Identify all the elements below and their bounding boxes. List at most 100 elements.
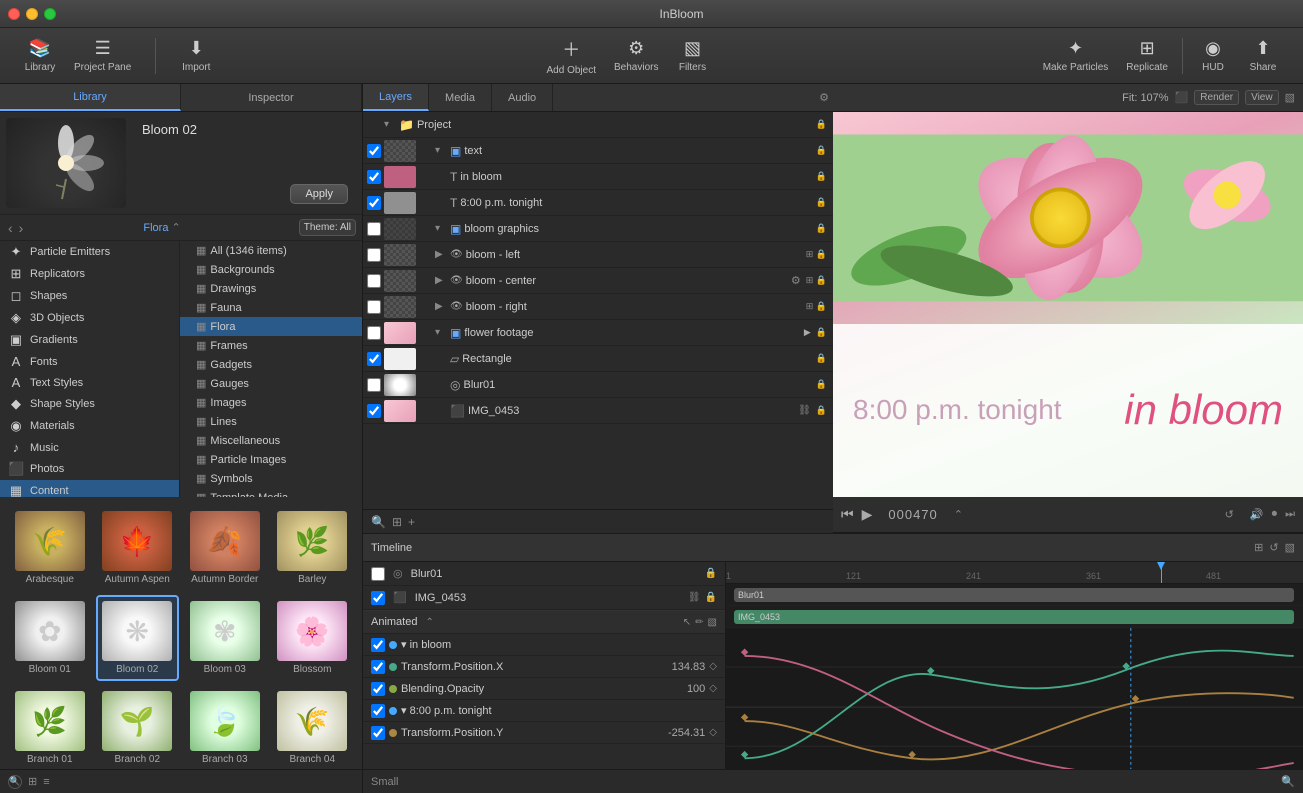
subcat-miscellaneous[interactable]: ▦ Miscellaneous bbox=[180, 431, 362, 450]
close-button[interactable] bbox=[8, 8, 20, 20]
subcat-fauna[interactable]: ▦ Fauna bbox=[180, 298, 362, 317]
animated-pen-icon[interactable]: ✏ bbox=[695, 617, 703, 628]
thumb-bloom03[interactable]: ✾ Bloom 03 bbox=[183, 595, 267, 681]
library-grid-view-icon[interactable]: ≡ bbox=[43, 776, 49, 788]
subcat-lines[interactable]: ▦ Lines bbox=[180, 412, 362, 431]
cat-replicators[interactable]: ⊞ Replicators bbox=[0, 263, 179, 285]
subcat-template-media[interactable]: ▦ Template Media bbox=[180, 488, 362, 497]
play-btn[interactable]: ▶ bbox=[862, 506, 873, 523]
blur01-check-timeline[interactable] bbox=[371, 567, 385, 581]
anim-keyframe-transform-x[interactable]: ◇ bbox=[709, 661, 717, 672]
record-btn[interactable]: ⏺ bbox=[1272, 508, 1278, 521]
end-frame-btn[interactable]: ⏭ bbox=[1285, 508, 1295, 521]
view-button[interactable]: View bbox=[1245, 90, 1279, 105]
layers-grid-icon[interactable]: ⊞ bbox=[392, 515, 402, 529]
img0453-check-timeline[interactable] bbox=[371, 591, 385, 605]
minimize-button[interactable] bbox=[26, 8, 38, 20]
anim-check-transform-x[interactable] bbox=[371, 660, 385, 674]
layer-check-bloom-left[interactable] bbox=[367, 248, 381, 262]
tab-inspector[interactable]: Inspector bbox=[181, 84, 362, 111]
cat-particle-emitters[interactable]: ✦ Particle Emitters bbox=[0, 241, 179, 263]
layer-expand-bloom-center[interactable]: ▶ bbox=[435, 275, 447, 286]
library-list-view-icon[interactable]: ⊞ bbox=[28, 775, 37, 788]
cat-fonts[interactable]: A Fonts bbox=[0, 351, 179, 372]
thumb-autumn-border[interactable]: 🍂 Autumn Border bbox=[183, 505, 267, 591]
cat-materials[interactable]: ◉ Materials bbox=[0, 415, 179, 437]
tab-library[interactable]: Library bbox=[0, 84, 181, 111]
audio-btn[interactable]: 🔊 bbox=[1250, 508, 1264, 521]
share-button[interactable]: ⬆ Share bbox=[1239, 34, 1287, 77]
anim-keyframe-transform-y[interactable]: ◇ bbox=[709, 727, 717, 738]
layer-expand-bloom-right[interactable]: ▶ bbox=[435, 301, 447, 312]
layer-arrow-bloom-graphics[interactable]: ▾ bbox=[435, 223, 447, 234]
behaviors-button[interactable]: ⚙ Behaviors bbox=[606, 34, 666, 77]
library-search-icon[interactable]: 🔍 bbox=[8, 775, 22, 789]
import-button[interactable]: ⬇ Import bbox=[172, 34, 220, 77]
replicate-button[interactable]: ⊞ Replicate bbox=[1118, 34, 1176, 77]
apply-button[interactable]: Apply bbox=[290, 184, 348, 204]
filters-button[interactable]: ▧ Filters bbox=[668, 34, 716, 77]
cat-gradients[interactable]: ▣ Gradients bbox=[0, 329, 179, 351]
cat-photos[interactable]: ⬛ Photos bbox=[0, 458, 179, 480]
subcat-symbols[interactable]: ▦ Symbols bbox=[180, 469, 362, 488]
anim-keyframe-blending-opacity[interactable]: ◇ bbox=[709, 683, 717, 694]
animated-dropdown-arrow[interactable]: ⌃ bbox=[425, 617, 433, 628]
thumb-barley[interactable]: 🌿 Barley bbox=[271, 505, 355, 591]
layer-check-8pm[interactable] bbox=[367, 196, 381, 210]
thumb-blossom[interactable]: 🌸 Blossom bbox=[271, 595, 355, 681]
subcat-drawings[interactable]: ▦ Drawings bbox=[180, 279, 362, 298]
library-button[interactable]: 📚 Library bbox=[16, 34, 64, 77]
layers-settings-icon[interactable]: ⚙ bbox=[819, 91, 829, 104]
nav-forward[interactable]: › bbox=[17, 220, 26, 236]
layer-check-flower-footage[interactable] bbox=[367, 326, 381, 340]
layers-add-icon[interactable]: + bbox=[408, 515, 415, 529]
cat-shape-styles[interactable]: ◆ Shape Styles bbox=[0, 393, 179, 415]
anim-check-transform-y[interactable] bbox=[371, 726, 385, 740]
maximize-button[interactable] bbox=[44, 8, 56, 20]
render-button[interactable]: Render bbox=[1194, 90, 1239, 105]
theme-dropdown[interactable]: Theme: All bbox=[299, 219, 356, 236]
subcat-particle-images[interactable]: ▦ Particle Images bbox=[180, 450, 362, 469]
loop-btn[interactable]: ↺ bbox=[1225, 508, 1234, 521]
subcat-all[interactable]: ▦ All (1346 items) bbox=[180, 241, 362, 260]
fit-label[interactable]: Fit: 107% bbox=[1122, 92, 1168, 104]
add-object-button[interactable]: ＋ Add Object bbox=[539, 32, 604, 80]
cat-3d-objects[interactable]: ◈ 3D Objects bbox=[0, 307, 179, 329]
subcat-flora[interactable]: ▦ Flora bbox=[180, 317, 362, 336]
thumb-branch03[interactable]: 🍃 Branch 03 bbox=[183, 685, 267, 769]
thumb-bloom01[interactable]: ✿ Bloom 01 bbox=[8, 595, 92, 681]
timeline-search-icon[interactable]: 🔍 bbox=[1281, 775, 1295, 788]
layer-expand-bloom-left[interactable]: ▶ bbox=[435, 249, 447, 260]
anim-check-in-bloom[interactable] bbox=[371, 638, 385, 652]
timeline-grid-icon[interactable]: ⊞ bbox=[1254, 541, 1263, 554]
layer-check-rectangle[interactable] bbox=[367, 352, 381, 366]
layer-check-in-bloom[interactable] bbox=[367, 170, 381, 184]
thumb-bloom02[interactable]: ❋ Bloom 02 bbox=[96, 595, 180, 681]
nav-back[interactable]: ‹ bbox=[6, 220, 15, 236]
project-pane-button[interactable]: ☰ Project Pane bbox=[66, 34, 139, 77]
layer-arrow-flower-footage[interactable]: ▾ bbox=[435, 327, 447, 338]
anim-check-blending-opacity[interactable] bbox=[371, 682, 385, 696]
layer-arrow-project[interactable]: ▾ bbox=[384, 119, 396, 130]
subcat-backgrounds[interactable]: ▦ Backgrounds bbox=[180, 260, 362, 279]
layers-search-icon[interactable]: 🔍 bbox=[371, 515, 386, 529]
thumb-branch04[interactable]: 🌾 Branch 04 bbox=[271, 685, 355, 769]
subcat-images[interactable]: ▦ Images bbox=[180, 393, 362, 412]
cat-text-styles[interactable]: A Text Styles bbox=[0, 372, 179, 393]
make-particles-button[interactable]: ✦ Make Particles bbox=[1035, 34, 1117, 77]
thumb-branch02[interactable]: 🌱 Branch 02 bbox=[96, 685, 180, 769]
tab-audio[interactable]: Audio bbox=[492, 84, 553, 111]
layer-check-blur01[interactable] bbox=[367, 378, 381, 392]
tab-media[interactable]: Media bbox=[429, 84, 492, 111]
fps-dropdown[interactable]: ⌃ bbox=[954, 508, 963, 521]
layer-check-bloom-right[interactable] bbox=[367, 300, 381, 314]
animated-cursor-icon[interactable]: ↖ bbox=[683, 617, 691, 628]
color-mode-icon[interactable]: ⬛ bbox=[1175, 91, 1189, 104]
anim-check-8pm[interactable] bbox=[371, 704, 385, 718]
cat-content[interactable]: ▦ Content bbox=[0, 480, 179, 497]
thumb-arabesque[interactable]: 🌾 Arabesque bbox=[8, 505, 92, 591]
thumb-branch01[interactable]: 🌿 Branch 01 bbox=[8, 685, 92, 769]
thumb-autumn-aspen[interactable]: 🍁 Autumn Aspen bbox=[96, 505, 180, 591]
cat-shapes[interactable]: ◻ Shapes bbox=[0, 285, 179, 307]
prev-frame-btn[interactable]: ⏮ bbox=[841, 506, 854, 523]
